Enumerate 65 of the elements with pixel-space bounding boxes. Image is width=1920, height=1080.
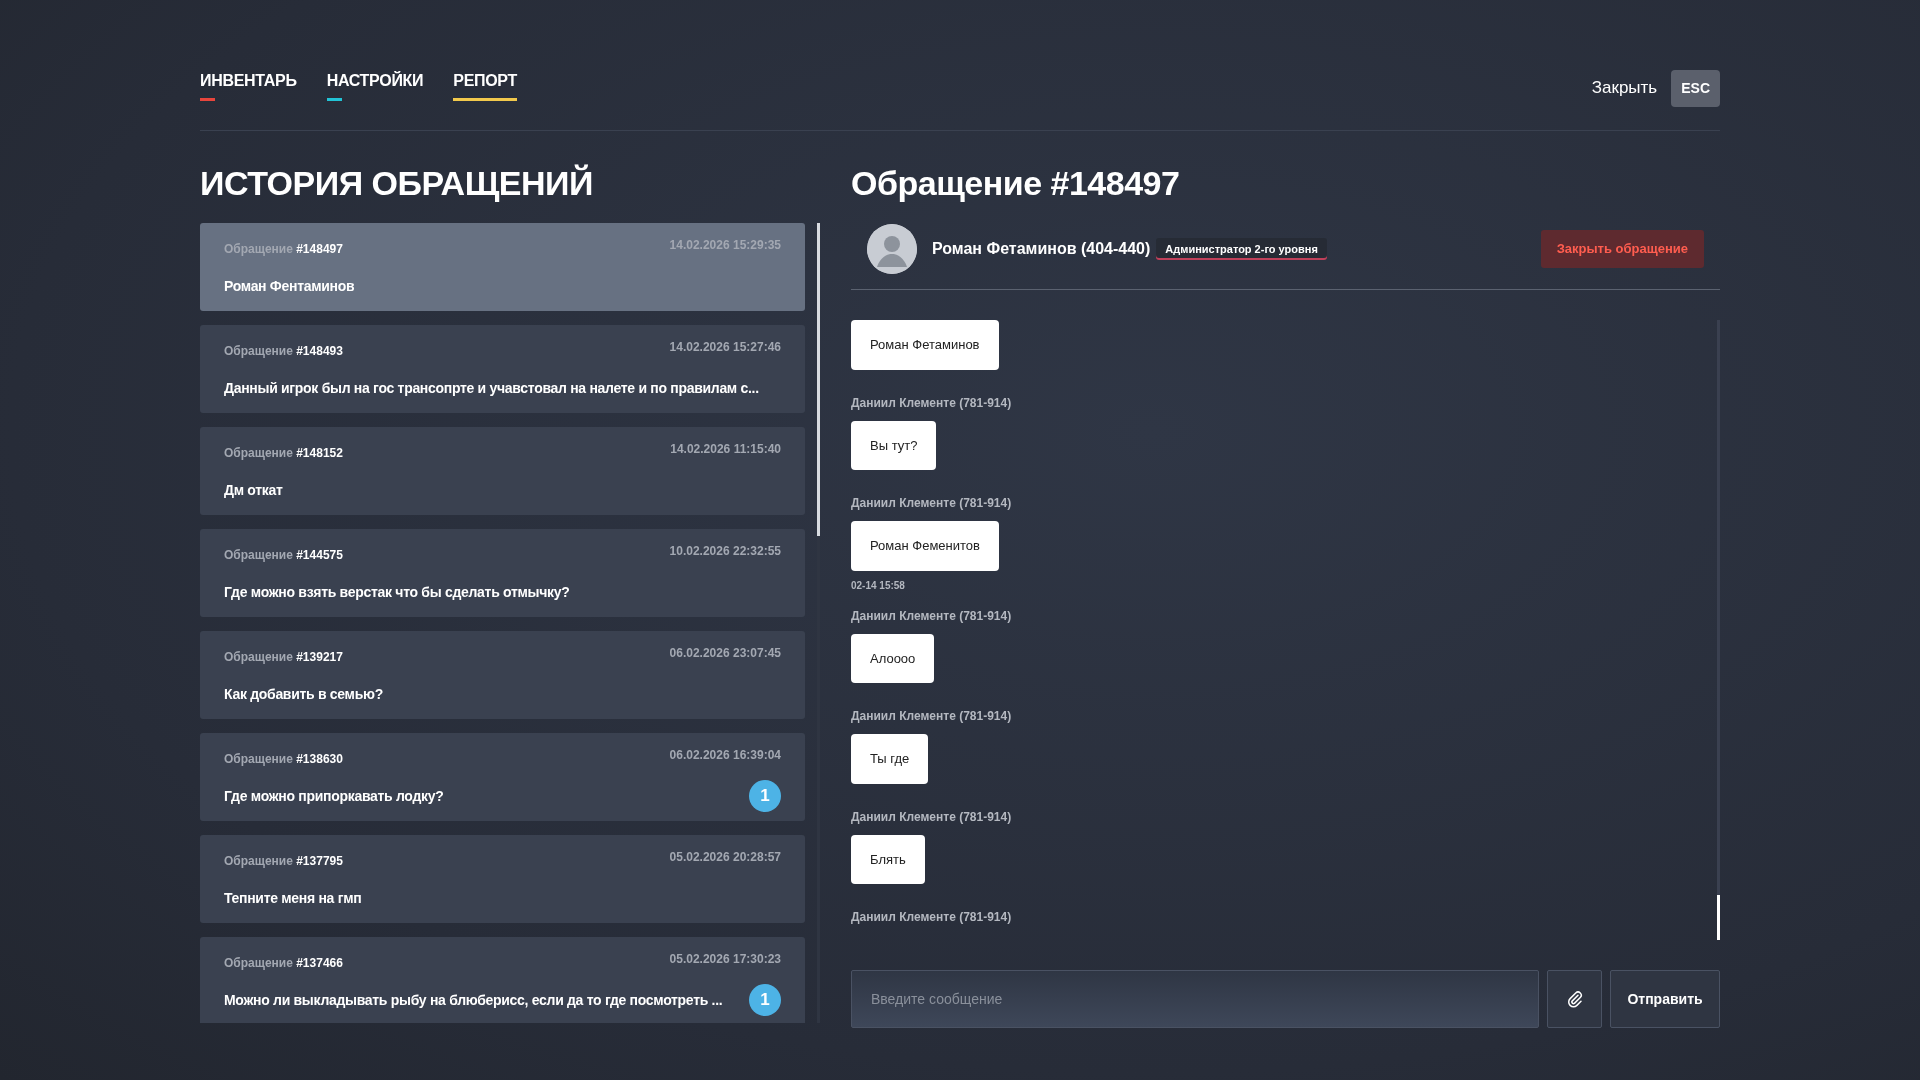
user-name: Роман Фетаминов (404-440) <box>932 239 1151 259</box>
close-label[interactable]: Закрыть <box>1591 75 1658 101</box>
message-author: Даниил Клементе (781-914) <box>851 708 1013 725</box>
ticket-list-item[interactable]: Обращение #148152 14.02.2026 11:15:40 Дм откат <box>200 427 805 515</box>
nav-tab[interactable]: НАСТРОЙКИ <box>326 69 424 107</box>
message-bubble: Роман Феменитов <box>851 521 999 571</box>
ticket-number-label: Обращение #137466 <box>224 955 343 972</box>
ticket-date: 14.02.2026 11:15:40 <box>670 441 781 458</box>
ticket-number-label: Обращение #148493 <box>224 343 343 360</box>
ticket-date: 10.02.2026 22:32:55 <box>669 543 781 560</box>
ticket-subject: Где можно припоркавать лодку? <box>224 786 444 806</box>
message-bubble: Ты где <box>851 734 929 784</box>
ticket-date: 06.02.2026 16:39:04 <box>669 747 781 764</box>
ticket-list-item[interactable]: Обращение #144575 10.02.2026 22:32:55 Где можно взять верстак что бы сделать отмычку? <box>200 529 805 617</box>
ticket-date: 14.02.2026 15:27:46 <box>669 339 781 356</box>
scrollbar-thumb[interactable] <box>817 223 820 536</box>
unread-count-badge: 1 <box>749 984 781 1016</box>
ticket-number-label: Обращение #137795 <box>224 853 343 870</box>
ticket-subject: Тепните меня на гмп <box>224 888 362 908</box>
message-author: Даниил Клементе (781-914) <box>851 607 1013 625</box>
ticket-list-item[interactable]: Обращение #139217 06.02.2026 23:07:45 Как добавить в семью? <box>200 631 805 719</box>
send-button[interactable]: Отправить <box>1610 970 1720 1028</box>
ticket-subject: Дм откат <box>224 480 283 500</box>
ticket-subject: Можно ли выкладывать рыбу на блюберисс, если да то где посмотреть ... <box>224 990 723 1010</box>
ticket-subject: Где можно взять верстак что бы сделать отмычку? <box>224 582 570 602</box>
attach-button[interactable] <box>1547 970 1602 1028</box>
ticket-list-item[interactable]: Обращение #148497 14.02.2026 15:29:35 Роман Фентаминов <box>200 223 805 311</box>
ticket-list-item[interactable]: Обращение #148493 14.02.2026 15:27:46 Данный игрок был на гос трансопрте и учавстовал на налете и по правилам с... <box>200 325 805 413</box>
ticket-list-item[interactable]: Обращение #138630 06.02.2026 16:39:04 Где можно припоркавать лодку? 1 <box>200 733 805 821</box>
close-ticket-button[interactable]: Закрыть обращение <box>1540 230 1704 268</box>
role-tag: Администратор 2-го уровня <box>1156 237 1327 261</box>
ticket-date: 14.02.2026 15:29:35 <box>669 237 781 254</box>
ticket-date: 05.02.2026 17:30:23 <box>669 951 781 968</box>
message-bubble: Блять <box>851 834 925 884</box>
esc-key-button[interactable]: ESC <box>1671 69 1720 107</box>
ticket-number-label: Обращение #148497 <box>224 241 343 258</box>
message-time: 02-14 15:58 <box>851 578 906 593</box>
message-author: Даниил Клементе (781-914) <box>851 495 1013 512</box>
ticket-number-label: Обращение #138630 <box>224 751 343 768</box>
ticket-number-label: Обращение #139217 <box>224 649 343 666</box>
paperclip-icon <box>1565 990 1584 1008</box>
nav-tab[interactable]: РЕПОРТ <box>453 69 517 107</box>
message-bubble: Вы тут? <box>851 420 937 470</box>
ticket-list-item[interactable]: Обращение #137795 05.02.2026 20:28:57 Тепните меня на гмп <box>200 835 805 923</box>
ticket-number-label: Обращение #144575 <box>224 547 343 564</box>
ticket-date: 06.02.2026 23:07:45 <box>669 645 781 662</box>
message-author: Даниил Клементе (781-914) <box>851 909 1013 926</box>
history-heading: ИСТОРИЯ ОБРАЩЕНИЙ <box>200 163 594 204</box>
ticket-subject: Данный игрок был на гос трансопрте и учавстовал на налете и по правилам с... <box>224 378 759 398</box>
message-bubble: Алоooo <box>851 633 935 683</box>
ticket-subject: Роман Фентаминов <box>224 276 355 296</box>
unread-count-badge: 1 <box>749 780 781 812</box>
message-author: Даниил Клементе (781-914) <box>851 808 1013 826</box>
ticket-date: 05.02.2026 20:28:57 <box>669 849 781 866</box>
ticket-list-item[interactable]: Обращение #137466 05.02.2026 17:30:23 Можно ли выкладывать рыбу на блюберисс, если да то где посмотреть ... 1 <box>200 937 805 1023</box>
avatar-icon <box>867 224 917 274</box>
ticket-number-label: Обращение #148152 <box>224 445 343 462</box>
scrollbar-thumb[interactable] <box>1717 895 1720 940</box>
ticket-subject: Как добавить в семью? <box>224 684 383 704</box>
ticket-heading: Обращение #148497 <box>851 163 1181 204</box>
nav-tab[interactable]: ИНВЕНТАРЬ <box>200 69 297 107</box>
message-author: Даниил Клементе (781-914) <box>851 394 1013 412</box>
message-input-field[interactable]: Введите сообщение <box>851 970 1539 1028</box>
message-bubble: Роман Фетаминов <box>851 320 999 370</box>
scrollbar-track[interactable] <box>817 223 820 1023</box>
